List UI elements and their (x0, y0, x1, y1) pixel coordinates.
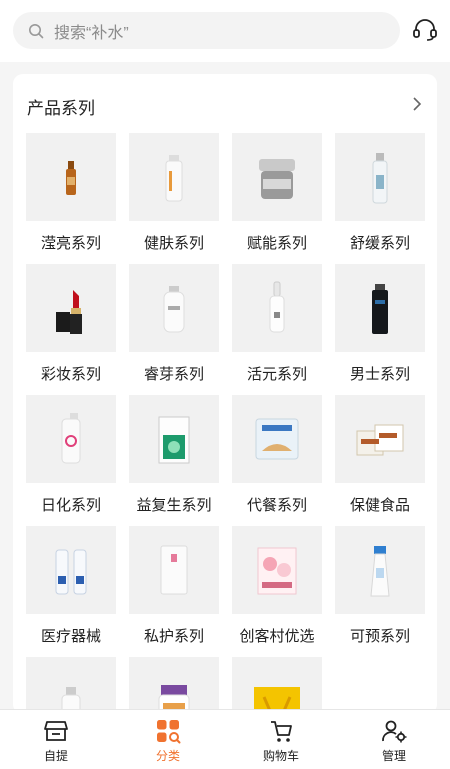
headset-icon[interactable] (412, 18, 438, 42)
category-item[interactable]: 可预系列 (335, 526, 425, 646)
category-item[interactable]: 彩妆系列 (26, 264, 116, 384)
category-label: 彩妆系列 (40, 366, 101, 383)
product-thumbnail (335, 526, 425, 614)
product-series-card: 产品系列 滢亮系列 健肤系列 赋能系列 舒缓系列彩妆系列 睿芽系列 活元系列 男士系列日化系… (13, 74, 437, 714)
chevron-right-icon[interactable] (411, 96, 423, 112)
tab-category[interactable]: 分类 (112, 710, 224, 769)
tab-label: 购物车 (262, 749, 299, 763)
category-item[interactable] (26, 657, 116, 714)
category-label: 可预系列 (349, 628, 410, 645)
product-thumbnail (26, 526, 116, 614)
product-thumbnail (26, 657, 116, 714)
product-thumbnail (26, 133, 116, 221)
category-label: 舒缓系列 (349, 235, 410, 252)
category-label: 创客村优选 (239, 628, 315, 645)
category-label: 睿芽系列 (143, 366, 204, 383)
product-thumbnail (232, 526, 322, 614)
category-label: 男士系列 (349, 366, 410, 383)
category-label: 活元系列 (246, 366, 307, 383)
product-thumbnail (232, 657, 322, 714)
product-thumbnail (129, 657, 219, 714)
category-item[interactable]: 私护系列 (129, 526, 219, 646)
section-title: 产品系列 (27, 99, 95, 118)
tab-label: 自提 (43, 749, 68, 763)
product-thumbnail (335, 264, 425, 352)
category-item[interactable] (232, 657, 322, 714)
tab-pickup[interactable]: 自提 (0, 710, 112, 769)
category-label: 赋能系列 (246, 235, 307, 252)
category-label: 滢亮系列 (40, 235, 101, 252)
bottom-tab-bar: 自提 分类 购物车 管理 (0, 709, 450, 769)
category-label: 保健食品 (349, 497, 410, 514)
cart-icon (271, 721, 292, 742)
search-bar[interactable]: 搜索“补水” (13, 12, 400, 49)
tab-label: 管理 (381, 749, 406, 763)
product-thumbnail (335, 133, 425, 221)
product-thumbnail (335, 395, 425, 483)
category-label: 健肤系列 (143, 235, 204, 252)
tab-manage[interactable]: 管理 (338, 710, 450, 769)
category-label: 私护系列 (143, 628, 204, 645)
category-item[interactable]: 滢亮系列 (26, 133, 116, 253)
user-settings-icon (382, 720, 407, 743)
product-thumbnail (26, 264, 116, 352)
category-item[interactable]: 舒缓系列 (335, 133, 425, 253)
category-item[interactable]: 睿芽系列 (129, 264, 219, 384)
category-item[interactable]: 代餐系列 (232, 395, 322, 515)
category-icon (157, 720, 181, 744)
category-item[interactable]: 创客村优选 (232, 526, 322, 646)
product-thumbnail (129, 395, 219, 483)
product-thumbnail (129, 264, 219, 352)
category-label: 益复生系列 (136, 497, 212, 514)
product-thumbnail (129, 526, 219, 614)
tab-cart[interactable]: 购物车 (225, 710, 337, 769)
product-thumbnail (129, 133, 219, 221)
category-item[interactable]: 活元系列 (232, 264, 322, 384)
store-icon (44, 721, 68, 741)
category-item[interactable]: 益复生系列 (129, 395, 219, 515)
category-label: 代餐系列 (246, 497, 307, 514)
category-item[interactable]: 赋能系列 (232, 133, 322, 253)
search-icon (29, 23, 44, 38)
category-item[interactable]: 男士系列 (335, 264, 425, 384)
category-item[interactable]: 保健食品 (335, 395, 425, 515)
category-item[interactable]: 健肤系列 (129, 133, 219, 253)
top-bar: 搜索“补水” (0, 0, 450, 62)
category-item[interactable] (129, 657, 219, 714)
product-thumbnail (232, 133, 322, 221)
category-label: 日化系列 (40, 497, 101, 514)
category-item[interactable]: 日化系列 (26, 395, 116, 515)
category-label: 医疗器械 (40, 628, 101, 645)
product-thumbnail (232, 395, 322, 483)
product-thumbnail (232, 264, 322, 352)
product-thumbnail (26, 395, 116, 483)
search-placeholder: 搜索“补水” (54, 24, 129, 42)
tab-label: 分类 (155, 749, 180, 763)
category-item[interactable]: 医疗器械 (26, 526, 116, 646)
